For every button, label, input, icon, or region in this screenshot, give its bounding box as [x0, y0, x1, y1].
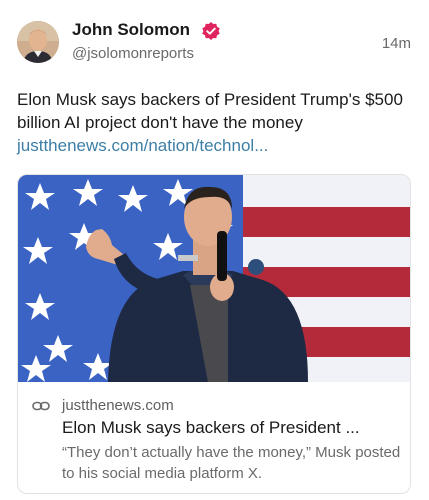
link-preview-card[interactable]: justthenews.com Elon Musk says backers o… [17, 174, 411, 494]
post-timestamp: 14m [381, 35, 411, 52]
author-handle[interactable]: @jsolomonreports [72, 45, 194, 63]
avatar-image [17, 21, 59, 63]
card-title[interactable]: Elon Musk says backers of President ... [62, 417, 402, 438]
card-description: “They don’t actually have the money,” Mu… [62, 444, 401, 482]
avatar[interactable] [17, 21, 59, 63]
post-text: Elon Musk says backers of President Trum… [17, 90, 403, 132]
post[interactable]: John Solomon @jsolomonreports 14m Elon M… [0, 0, 429, 500]
card-image [18, 175, 410, 382]
link-chain-icon [32, 400, 50, 412]
verified-badge-icon [201, 21, 221, 41]
card-domain: justthenews.com [62, 397, 174, 414]
post-link[interactable]: justthenews.com/nation/technol... [17, 134, 268, 157]
author-name[interactable]: John Solomon [72, 20, 190, 40]
